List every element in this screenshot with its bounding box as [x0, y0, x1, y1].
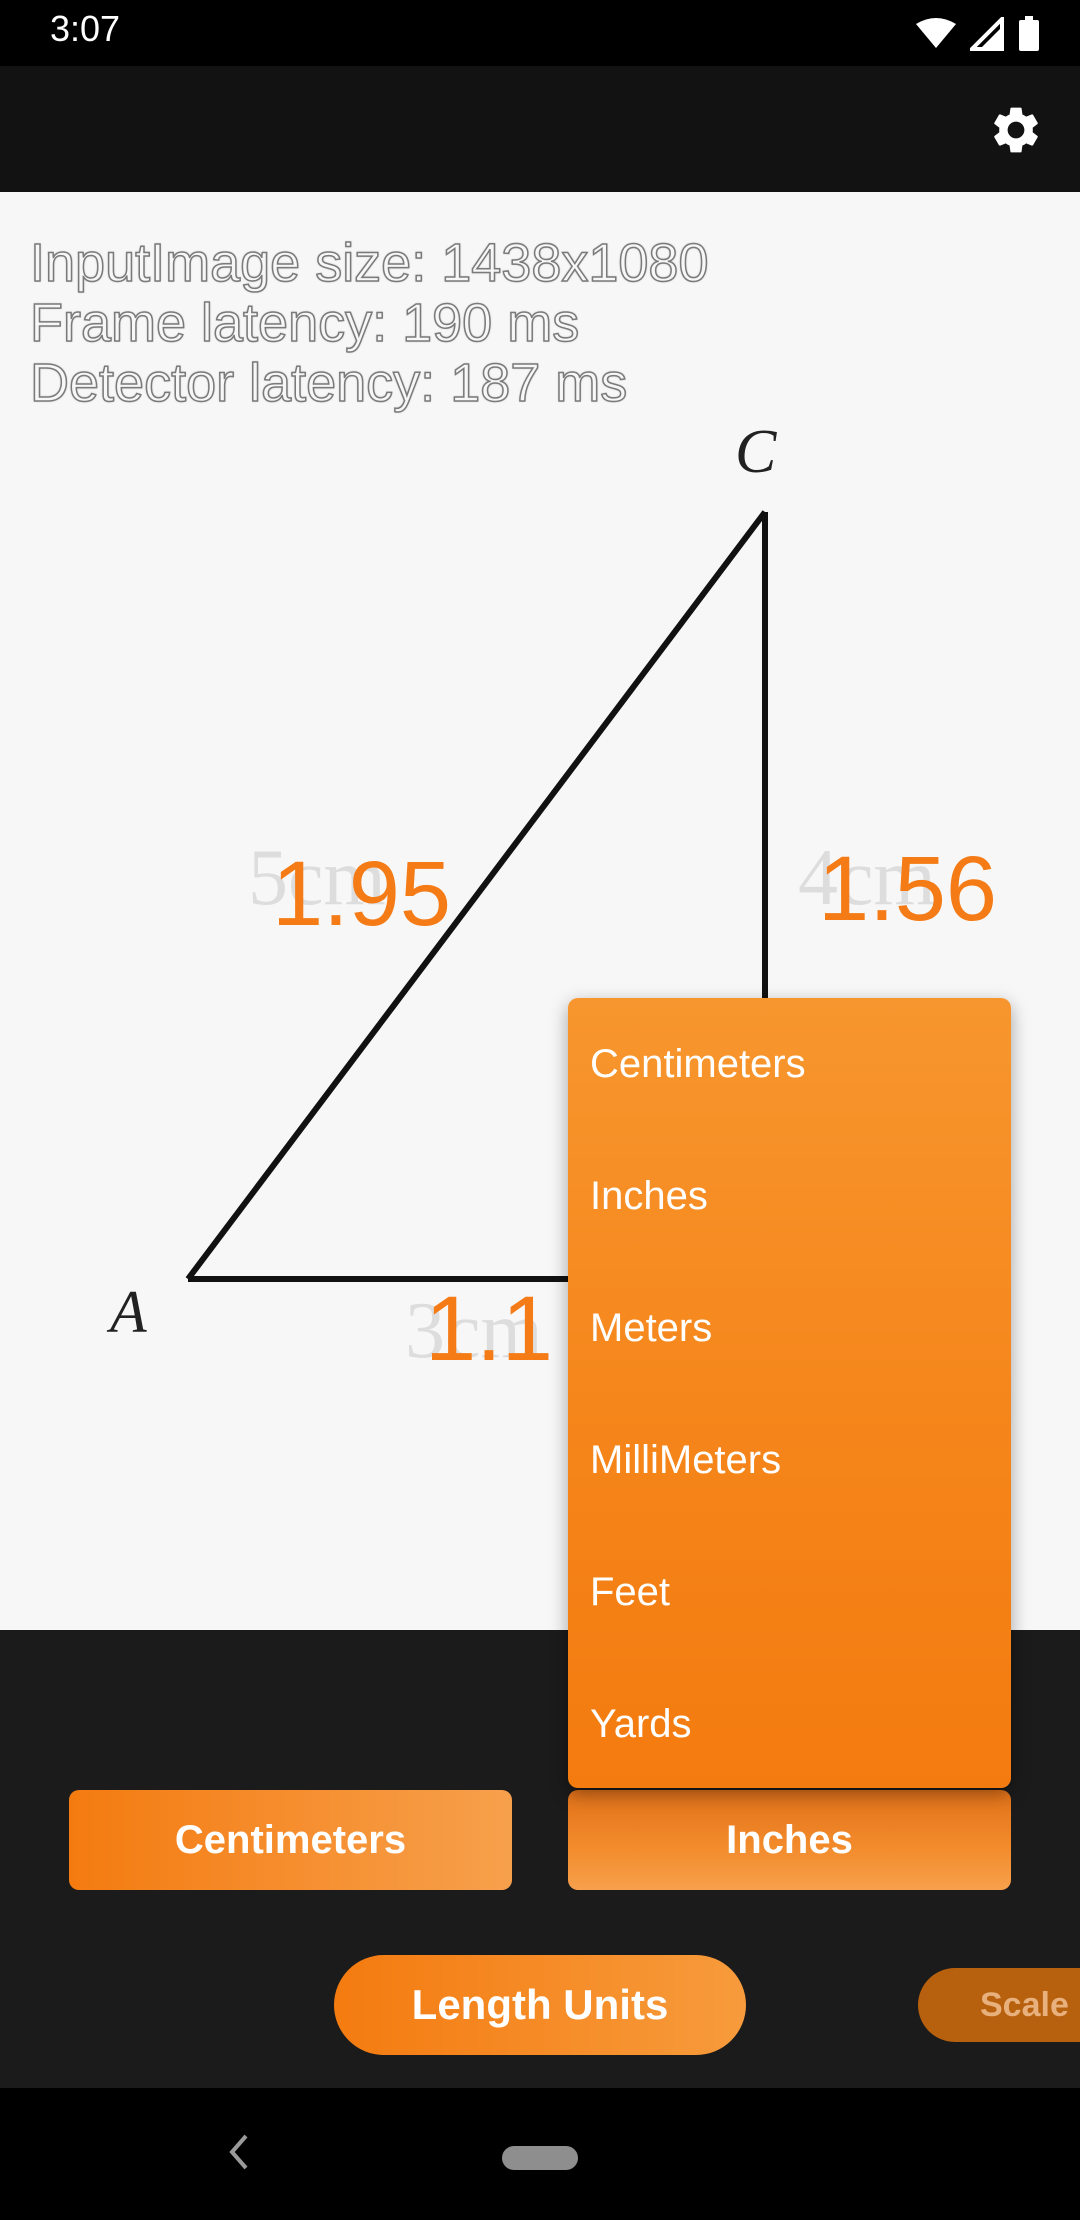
dropdown-item-centimeters[interactable]: Centimeters [568, 998, 1011, 1130]
back-icon[interactable] [224, 2132, 254, 2172]
scale-units-button[interactable]: Scale U [918, 1968, 1080, 2042]
status-time: 3:07 [50, 8, 121, 49]
dropdown-item-feet[interactable]: Feet [568, 1526, 1011, 1658]
dropdown-item-yards[interactable]: Yards [568, 1658, 1011, 1790]
app-toolbar [0, 66, 1080, 192]
measurement-base: 1.1 [425, 1278, 553, 1380]
navigation-bar [0, 2088, 1080, 2220]
status-icons [916, 14, 1040, 54]
status-bar: 3:07 [0, 0, 1080, 66]
dropdown-item-inches[interactable]: Inches [568, 1130, 1011, 1262]
debug-detector-latency: Detector latency: 187 ms [29, 352, 628, 414]
dropdown-item-meters[interactable]: Meters [568, 1262, 1011, 1394]
settings-button[interactable] [988, 102, 1044, 158]
vertex-a-label: A [106, 1279, 147, 1345]
vertex-c-label: C [735, 418, 777, 486]
wifi-icon [916, 18, 956, 48]
length-units-button[interactable]: Length Units [334, 1955, 746, 2055]
debug-image-size: InputImage size: 1438x1080 [29, 232, 709, 294]
gear-icon [994, 107, 1038, 153]
home-pill[interactable] [502, 2146, 578, 2170]
cell-signal-icon [970, 17, 1004, 51]
debug-frame-latency: Frame latency: 190 ms [29, 292, 580, 354]
dropdown-item-millimeters[interactable]: MilliMeters [568, 1394, 1011, 1526]
battery-icon [1019, 16, 1039, 51]
from-unit-button[interactable]: Centimeters [69, 1790, 512, 1890]
measurement-hypotenuse: 1.95 [272, 843, 452, 945]
to-unit-button[interactable]: Inches [568, 1790, 1011, 1890]
measurement-vertical: 1.56 [818, 838, 998, 940]
unit-dropdown-menu: Centimeters Inches Meters MilliMeters Fe… [568, 998, 1011, 1788]
